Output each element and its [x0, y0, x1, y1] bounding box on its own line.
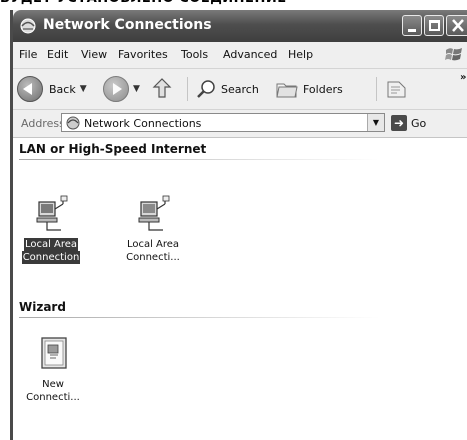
caption-strip: БУДЕТ УСТАНОВЛЕНО СОЕДИНЕНИЕ: [0, 0, 467, 9]
menu-tools[interactable]: Tools: [181, 48, 208, 61]
window-title: Network Connections: [43, 17, 212, 33]
windows-logo-icon: [445, 48, 462, 61]
group-header-wizard: Wizard: [19, 300, 66, 314]
up-folder-icon: [152, 78, 172, 98]
connection-item-local-area-2[interactable]: Local Area Connecti...: [117, 194, 189, 264]
wizard-label-line2: Connecti...: [26, 392, 80, 403]
folders-button[interactable]: Folders: [275, 74, 343, 104]
title-bar[interactable]: Network Connections: [13, 10, 467, 42]
group-header-lan: LAN or High-Speed Internet: [19, 142, 207, 156]
menu-edit[interactable]: Edit: [47, 48, 68, 61]
chevron-down-icon[interactable]: ▼: [367, 114, 384, 131]
toolbar-separator: [376, 77, 377, 101]
toolbar-separator: [187, 77, 188, 101]
connection-label-line2: Connecti...: [126, 252, 180, 263]
chevron-down-icon[interactable]: ▼: [133, 84, 140, 94]
menu-view[interactable]: View: [81, 48, 107, 61]
search-button[interactable]: Search: [195, 74, 259, 104]
folder-views-icon: [387, 81, 406, 98]
toolbar: Back ▼ ▼ Search Folders »: [13, 69, 467, 110]
up-folder-button[interactable]: [151, 74, 173, 104]
new-connection-wizard-icon: [41, 337, 67, 369]
search-icon: [197, 80, 215, 98]
group-divider: [19, 317, 379, 318]
group-divider: [19, 159, 379, 160]
go-arrow-icon: ➜: [391, 115, 407, 131]
forward-arrow-icon: [103, 76, 129, 102]
close-icon: [452, 19, 464, 32]
connection-label-line1: Local Area: [23, 238, 79, 251]
wizard-label-line1: New: [42, 379, 64, 390]
go-label: Go: [411, 116, 427, 130]
toolbar-overflow-icon[interactable]: »: [460, 72, 466, 83]
menu-favorites[interactable]: Favorites: [118, 48, 168, 61]
address-bar: Address Network Connections ▼ ➜ Go: [13, 110, 467, 138]
folders-label: Folders: [303, 82, 343, 96]
content-pane: LAN or High-Speed Internet Local Area Co…: [13, 138, 467, 440]
connection-label-line2: Connection: [21, 251, 81, 264]
go-button[interactable]: ➜ Go: [391, 114, 426, 132]
search-label: Search: [221, 82, 259, 96]
menu-advanced[interactable]: Advanced: [223, 48, 277, 61]
connection-item-local-area-1[interactable]: Local Area Connection: [15, 194, 87, 264]
back-button[interactable]: Back ▼: [17, 74, 87, 104]
close-button[interactable]: [446, 15, 467, 36]
menu-file[interactable]: File: [19, 48, 37, 61]
network-connection-icon: [138, 195, 170, 231]
network-connection-icon: [36, 195, 68, 231]
network-connections-icon: [20, 18, 36, 34]
back-label: Back: [49, 82, 76, 96]
back-arrow-icon: [17, 76, 43, 102]
wizard-item-new-connection[interactable]: New Connecti...: [17, 334, 89, 404]
address-value: Network Connections: [84, 117, 202, 130]
address-input[interactable]: Network Connections ▼: [61, 113, 385, 132]
forward-button[interactable]: ▼: [103, 74, 140, 104]
views-button[interactable]: [385, 74, 409, 104]
network-connections-icon: [66, 116, 80, 130]
chevron-down-icon[interactable]: ▼: [80, 84, 87, 94]
menu-help[interactable]: Help: [288, 48, 313, 61]
address-label: Address: [21, 117, 65, 130]
folders-icon: [276, 83, 298, 98]
minimize-button[interactable]: [402, 15, 422, 36]
explorer-window: Network Connections File Edit View Favor…: [10, 10, 467, 440]
connection-label-line1: Local Area: [126, 239, 180, 250]
maximize-button[interactable]: [424, 15, 444, 36]
menu-bar: File Edit View Favorites Tools Advanced …: [13, 42, 467, 69]
